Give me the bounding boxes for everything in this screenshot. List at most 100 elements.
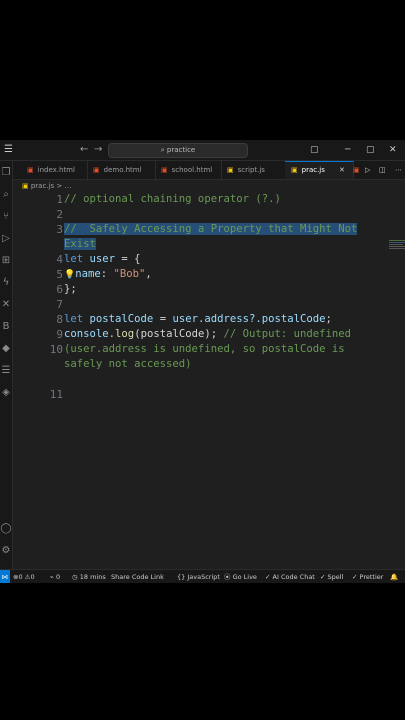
close-window-icon[interactable]: ✕ (389, 143, 397, 157)
double-check-icon: ✓ (352, 573, 358, 581)
code-line-10-wrap: (user.address is undefined, so postalCod… (64, 343, 345, 355)
punctuation: ; (325, 313, 332, 325)
editor-tabs: ▣ index.html ▣ demo.html ▣ school.html ▣ scr… (13, 161, 405, 180)
minimap-line (389, 248, 405, 249)
js-file-icon: ▣ (291, 166, 298, 174)
extensions-icon[interactable]: ⊞ (0, 255, 12, 267)
code-line-10-wrap: safely not accessed) (64, 358, 192, 370)
line-number: 10 (49, 343, 63, 356)
command-center-search[interactable]: ⌕ practice (108, 143, 248, 158)
line-number: 1 (56, 193, 63, 206)
remote-indicator-icon[interactable]: ⋈ (0, 570, 10, 583)
time-tracker[interactable]: ◷ 18 mins (72, 570, 106, 583)
notifications-bell-icon[interactable]: 🔔 (390, 570, 398, 583)
arguments: (postalCode); (134, 328, 218, 340)
spell-check-button[interactable]: ✓ Spell (320, 570, 343, 583)
check-icon: ✓ (320, 573, 326, 581)
keyword: let (64, 253, 84, 265)
source-control-icon[interactable]: ⑂ (0, 211, 12, 223)
minimap-line (389, 246, 405, 247)
code-line-3-wrap: Exist (64, 237, 374, 252)
testing-icon[interactable]: ✕ (0, 299, 12, 311)
punctuation: , (145, 268, 152, 280)
check-icon: ✓ (265, 573, 271, 581)
breadcrumb-ellipsis[interactable]: … (64, 182, 71, 190)
tab-demo-html[interactable]: ▣ demo.html (87, 161, 156, 179)
account-icon[interactable]: ◯ (0, 523, 12, 535)
punctuation: = (153, 313, 173, 325)
forward-arrow-icon[interactable]: → (94, 143, 102, 157)
go-live-button[interactable]: ⦿ Go Live (224, 570, 257, 583)
split-editor-icon[interactable]: ◫ (379, 161, 389, 179)
html-file-icon: ▣ (27, 166, 34, 174)
code-line-10: console.log(postalCode); // Output: unde… (64, 327, 374, 342)
breadcrumb: ▣ prac.js > … (22, 180, 71, 192)
punctuation: = { (115, 253, 141, 265)
run-debug-icon[interactable]: ▷ (0, 233, 12, 245)
errors-indicator[interactable]: ⊗0 ⚠0 (13, 570, 35, 583)
line-number: 3 (56, 223, 63, 236)
code-line-1: // optional chaining operator (?.) (64, 193, 281, 205)
menu-icon[interactable]: ☰ (4, 143, 13, 157)
line-number: 4 (56, 253, 63, 266)
clock-icon: ◷ (72, 573, 78, 581)
tab-script-js[interactable]: ▣ script.js (221, 161, 286, 179)
search-label: practice (166, 146, 196, 154)
identifier: user (89, 253, 116, 265)
thunder-client-icon[interactable]: ϟ (0, 277, 12, 289)
title-bar: ☰ ← → ⌕ practice ▢ ─ ▢ ✕ (0, 140, 405, 161)
code-editor[interactable]: 1 2 3 4 5 6 7 8 9 10 11 // optional chai… (13, 192, 405, 569)
broadcast-icon: ⦿ (224, 573, 231, 581)
run-icon[interactable]: ▷ (365, 161, 375, 179)
language-mode[interactable]: {} JavaScript (177, 570, 220, 583)
identifier: console (64, 328, 109, 340)
explorer-icon[interactable]: ❐ (0, 167, 12, 179)
ai-code-chat-button[interactable]: ✓ AI Code Chat (265, 570, 315, 583)
selected-text: Exist (64, 238, 96, 250)
layers-icon[interactable]: ◈ (0, 387, 12, 399)
function-name: log (115, 328, 135, 340)
braces-icon: {} (177, 573, 186, 581)
tab-prac-js[interactable]: ▣ prac.js ✕ (285, 161, 354, 179)
tab-index-html[interactable]: ▣ index.html (21, 161, 88, 179)
settings-gear-icon[interactable]: ⚙ (0, 545, 12, 557)
minimap-line (389, 244, 403, 245)
minimap[interactable] (389, 240, 405, 252)
code-line-9: let postalCode = user.address?.postalCod… (64, 312, 374, 327)
line-number: 6 (56, 283, 63, 296)
minimap-line (389, 242, 405, 243)
string-literal: "Bob" (113, 268, 146, 280)
js-file-icon: ▣ (227, 166, 234, 174)
search-activity-icon[interactable]: ⌕ (0, 189, 12, 201)
prettier-button[interactable]: ✓ Prettier (352, 570, 383, 583)
line-number: 5 (56, 268, 63, 281)
layout-icon[interactable]: ▢ (310, 143, 319, 157)
ports-indicator[interactable]: ⌁ 0 (50, 570, 60, 583)
database-icon[interactable]: ☰ (0, 365, 12, 377)
html-file-icon: ▣ (161, 166, 168, 174)
status-bar: ⋈ ⊗0 ⚠0 ⌁ 0 ◷ 18 mins Share Code Link {}… (0, 569, 405, 583)
vscode-window: ☰ ← → ⌕ practice ▢ ─ ▢ ✕ ❐ ⌕ ⑂ ▷ ⊞ ϟ ✕ B… (0, 140, 405, 583)
close-tab-icon[interactable]: ✕ (339, 162, 345, 179)
breadcrumb-separator: > (56, 182, 63, 190)
html-file-icon: ▣ (93, 166, 100, 174)
share-code-link[interactable]: Share Code Link (111, 570, 164, 583)
line-number: 11 (49, 388, 63, 401)
line-number: 8 (56, 313, 63, 326)
lightbulb-icon[interactable]: 💡 (64, 270, 75, 280)
bookmark-icon[interactable]: B (0, 321, 12, 333)
minimize-icon[interactable]: ─ (345, 143, 350, 157)
more-actions-icon[interactable]: ⋯ (395, 161, 405, 179)
expression: user.address?.postalCode (172, 313, 326, 325)
code-line-4: let user = { (64, 252, 374, 267)
identifier: postalCode (89, 313, 154, 325)
selected-text: // Safely Accessing a Property that Migh… (64, 223, 358, 235)
breadcrumb-file[interactable]: prac.js (31, 182, 54, 190)
broadcast-icon: ⌁ (50, 573, 54, 581)
back-arrow-icon[interactable]: ← (80, 143, 88, 157)
activity-bar: ❐ ⌕ ⑂ ▷ ⊞ ϟ ✕ B ◆ ☰ ◈ ◯ ⚙ (0, 161, 13, 569)
maximize-icon[interactable]: ▢ (366, 143, 375, 157)
html-file-icon[interactable]: ▣ (353, 161, 363, 179)
docker-icon[interactable]: ◆ (0, 343, 12, 355)
tab-school-html[interactable]: ▣ school.html (155, 161, 222, 179)
